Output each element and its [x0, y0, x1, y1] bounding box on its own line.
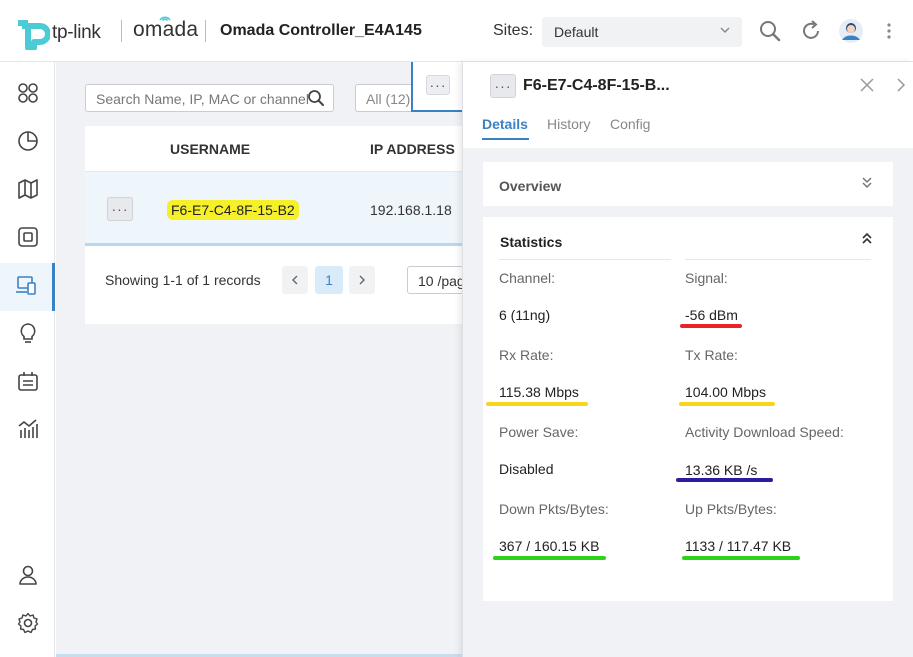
sidebar-item-map[interactable] — [0, 167, 55, 215]
sidebar-item-dashboard[interactable] — [0, 71, 55, 119]
tab-config[interactable]: Config — [610, 116, 650, 132]
more-button[interactable]: ··· — [426, 75, 450, 95]
down-pkts-highlight — [493, 556, 606, 560]
tab-history[interactable]: History — [547, 116, 591, 132]
client-detail-panel: ··· F6-E7-C4-8F-15-B... Details History … — [462, 62, 913, 657]
row-more-button[interactable]: ··· — [107, 197, 133, 221]
column-header-username[interactable]: USERNAME — [170, 141, 250, 157]
brand-name: tp-link — [52, 22, 101, 43]
power-save-value: Disabled — [499, 461, 554, 477]
signal-label: Signal: — [685, 270, 728, 286]
signal-value: -56 dBm — [685, 307, 738, 323]
up-pkts-value: 1133 / 117.47 KB — [685, 538, 792, 554]
column-header-ip[interactable]: IP ADDRESS — [370, 141, 455, 157]
tx-rate-label: Tx Rate: — [685, 347, 738, 363]
site-select[interactable]: Default — [542, 17, 742, 47]
avatar[interactable] — [838, 18, 864, 44]
chevron-left-icon — [292, 275, 298, 285]
up-pkts-highlight — [682, 556, 800, 560]
header-divider — [121, 20, 122, 42]
overview-section[interactable]: Overview — [483, 162, 893, 206]
more-vertical-icon[interactable] — [881, 18, 907, 44]
sidebar — [0, 62, 55, 657]
omada-logo: omada — [133, 16, 199, 41]
sites-label: Sites: — [493, 22, 534, 39]
page-number[interactable]: 1 — [315, 266, 343, 294]
client-ip: 192.168.1.18 — [370, 202, 452, 218]
reports-icon — [17, 418, 39, 445]
double-chevron-up-icon[interactable] — [861, 231, 873, 250]
tx-rate-value: 104.00 Mbps — [685, 384, 766, 400]
clients-list-area: Search Name, IP, MAC or channel All (12)… — [56, 62, 467, 657]
active-tab-indicator — [482, 138, 529, 140]
clients-table: USERNAME IP ADDRESS ··· F6-E7-C4-8F-15-B… — [85, 126, 467, 324]
insights-icon — [17, 322, 39, 349]
activity-highlight — [676, 478, 773, 482]
power-save-label: Power Save: — [499, 424, 579, 440]
header-divider — [205, 20, 206, 42]
statistics-section: Statistics Channel: 6 (11ng) Signal: -56… — [483, 217, 893, 601]
statistics-title: Statistics — [500, 234, 563, 250]
refresh-icon[interactable] — [798, 18, 824, 44]
controller-title: Omada Controller_E4A145 — [220, 22, 422, 39]
sidebar-item-reports[interactable] — [0, 407, 55, 455]
sidebar-item-logs[interactable] — [0, 359, 55, 407]
rx-rate-value: 115.38 Mbps — [499, 384, 579, 400]
sidebar-item-account[interactable] — [0, 553, 55, 601]
down-pkts-value: 367 / 160.15 KB — [499, 538, 600, 554]
tx-rate-highlight — [679, 402, 775, 406]
close-icon[interactable] — [859, 77, 875, 98]
logs-icon — [17, 370, 39, 397]
signal-highlight — [680, 324, 742, 328]
dashboard-icon — [17, 82, 39, 109]
top-bar: tp-link omada Omada Controller_E4A145 Si… — [0, 0, 913, 62]
up-pkts-label: Up Pkts/Bytes: — [685, 501, 777, 517]
account-icon — [17, 564, 39, 591]
chevron-right-icon[interactable] — [895, 77, 907, 98]
next-page-button[interactable] — [349, 266, 375, 294]
search-icon[interactable] — [757, 18, 783, 44]
sidebar-item-settings[interactable] — [0, 601, 55, 649]
double-chevron-down-icon[interactable] — [861, 176, 873, 195]
statistics-icon — [17, 130, 39, 157]
tp-link-logo-mark — [16, 16, 51, 51]
sidebar-item-devices[interactable] — [0, 215, 55, 263]
tab-details[interactable]: Details — [482, 116, 528, 132]
prev-page-button[interactable] — [282, 266, 308, 294]
detail-panel-handle[interactable]: ··· — [411, 62, 462, 112]
detail-title: F6-E7-C4-8F-15-B... — [523, 77, 670, 94]
detail-header: ··· F6-E7-C4-8F-15-B... Details History … — [463, 62, 913, 148]
tp-link-logo[interactable]: tp-link — [16, 16, 101, 51]
search-input[interactable]: Search Name, IP, MAC or channel — [85, 84, 334, 112]
devices-icon — [17, 226, 39, 253]
detail-more-button[interactable]: ··· — [490, 74, 516, 98]
chevron-right-icon — [359, 275, 365, 285]
channel-label: Channel: — [499, 270, 556, 286]
table-row[interactable]: ··· F6-E7-C4-8F-15-B2 192.168.1.18 — [85, 172, 462, 246]
rx-rate-highlight — [486, 402, 588, 406]
rx-rate-label: Rx Rate: — [499, 347, 554, 363]
sidebar-item-statistics[interactable] — [0, 119, 55, 167]
divider — [499, 259, 671, 260]
search-icon — [307, 89, 325, 110]
clients-icon — [15, 274, 37, 301]
overview-title: Overview — [499, 178, 562, 194]
client-username[interactable]: F6-E7-C4-8F-15-B2 — [167, 200, 299, 220]
sidebar-item-insights[interactable] — [0, 311, 55, 359]
down-pkts-label: Down Pkts/Bytes: — [499, 501, 609, 517]
channel-value: 6 (11ng) — [499, 307, 551, 323]
activity-label: Activity Download Speed: — [685, 424, 844, 440]
activity-value: 13.36 KB /s — [685, 462, 758, 478]
settings-icon — [17, 612, 39, 639]
chevron-down-icon — [718, 23, 732, 40]
divider — [685, 259, 871, 260]
records-count: Showing 1-1 of 1 records — [105, 272, 261, 288]
sidebar-item-clients[interactable] — [0, 263, 55, 311]
map-icon — [17, 178, 39, 205]
page-size-select[interactable]: 10 /page — [407, 266, 467, 294]
